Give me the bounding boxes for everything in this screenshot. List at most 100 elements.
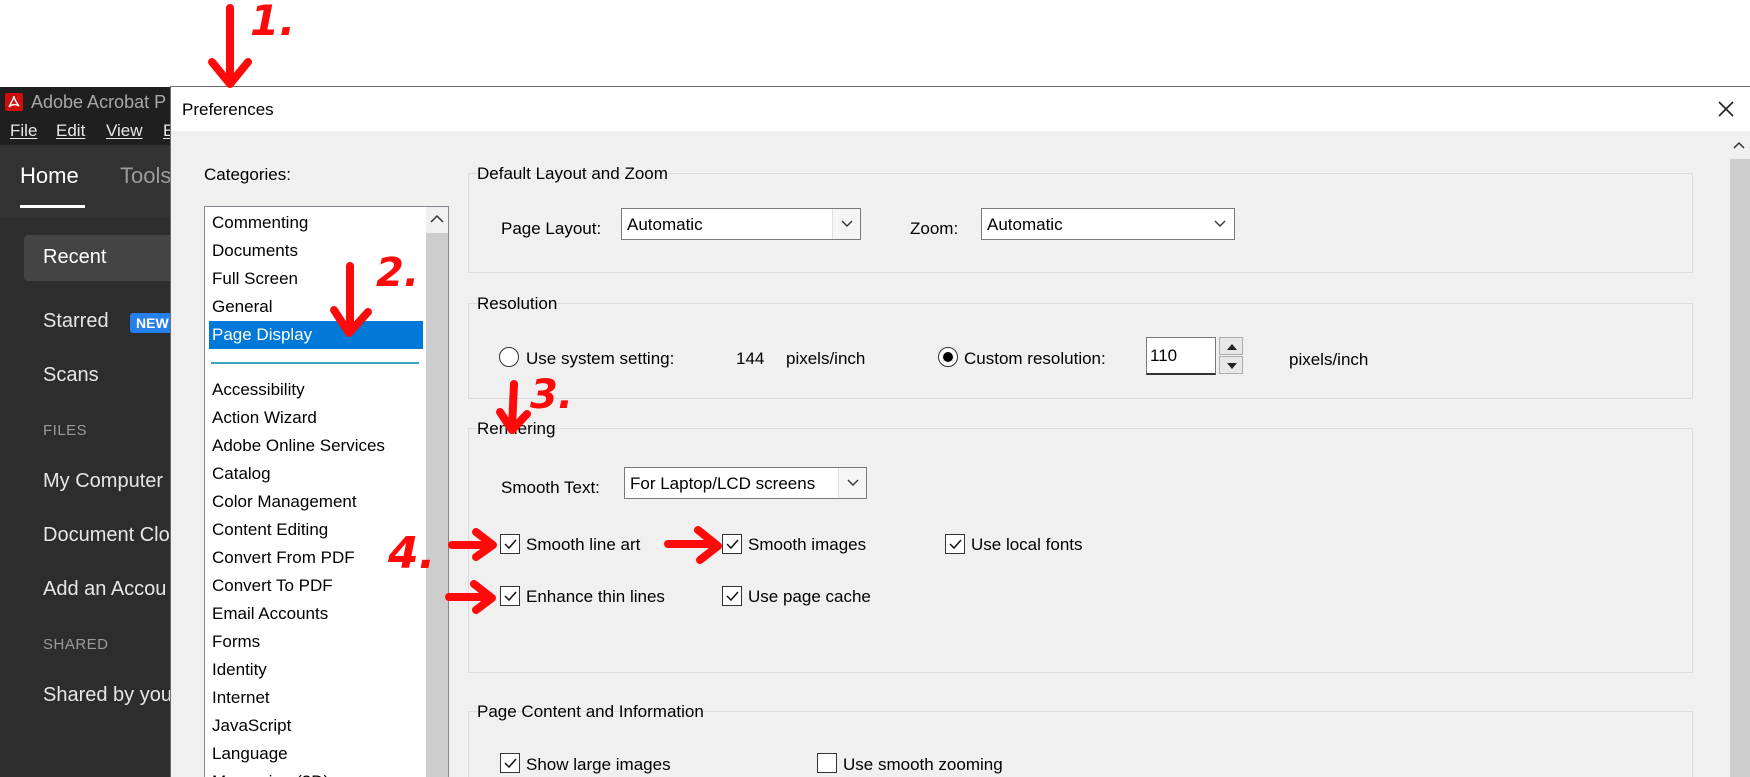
dialog-scrollbar[interactable]: [1728, 131, 1750, 777]
sidebar-item-scans[interactable]: Scans: [43, 364, 99, 387]
zoom-label: Zoom:: [910, 219, 959, 238]
stepper-up-button[interactable]: [1219, 337, 1243, 355]
checkmark-icon: [726, 539, 739, 550]
app-title: Adobe Acrobat P: [31, 92, 167, 112]
use-local-fonts-label: Use local fonts: [971, 535, 1083, 554]
smooth-line-art-label: Smooth line art: [526, 535, 641, 554]
system-resolution-unit: pixels/inch: [786, 349, 866, 368]
category-item[interactable]: Identity: [209, 656, 423, 684]
dialog-scroll-thumb[interactable]: [1730, 159, 1750, 777]
system-resolution-value: 144: [736, 349, 765, 368]
category-item[interactable]: Email Accounts: [209, 600, 423, 628]
section-header-shared: SHARED: [43, 636, 109, 653]
main-tabs: Home Tools: [0, 145, 170, 218]
annotation-step-4: 4.: [388, 528, 436, 579]
category-item[interactable]: Catalog: [209, 460, 423, 488]
chevron-down-icon: [1214, 220, 1226, 227]
menu-more[interactable]: E: [163, 121, 170, 141]
menu-edit[interactable]: Edit: [56, 121, 85, 141]
sidebar-item-label: Recent: [43, 246, 107, 268]
enhance-thin-lines-label: Enhance thin lines: [526, 587, 665, 606]
page-layout-dropdown[interactable]: Automatic: [621, 208, 861, 240]
annotation-step-2: 2.: [376, 250, 420, 296]
enhance-thin-lines-checkbox[interactable]: [500, 586, 520, 606]
categories-label: Categories:: [204, 165, 291, 184]
checkmark-icon: [504, 539, 517, 550]
custom-resolution-radio[interactable]: [938, 347, 958, 367]
section-header-files: FILES: [43, 422, 88, 439]
show-large-images-checkbox[interactable]: [500, 753, 520, 773]
smooth-images-label: Smooth images: [748, 535, 867, 554]
category-item[interactable]: Language: [209, 740, 423, 768]
tab-home-indicator: [20, 205, 85, 208]
category-item[interactable]: Commenting: [209, 209, 423, 237]
annotation-step-1: 1.: [250, 0, 296, 45]
menu-view[interactable]: View: [106, 121, 143, 141]
category-item[interactable]: JavaScript: [209, 712, 423, 740]
new-badge: NEW: [130, 313, 170, 333]
rendering-title: Rendering: [477, 419, 556, 438]
close-icon: [1718, 101, 1734, 117]
custom-resolution-label: Custom resolution:: [964, 349, 1106, 368]
zoom-dropdown[interactable]: Automatic: [981, 208, 1235, 240]
categories-scroll-thumb[interactable]: [426, 233, 448, 777]
category-item-selected[interactable]: Page Display: [209, 321, 423, 349]
preferences-dialog: Preferences Categories: Commenting Docum…: [170, 86, 1750, 777]
annotation-step-3: 3.: [530, 372, 574, 418]
sidebar-item-recent[interactable]: Recent: [24, 235, 170, 281]
dialog-titlebar: Preferences: [171, 87, 1750, 131]
category-item[interactable]: General: [209, 293, 423, 321]
tab-home[interactable]: Home: [20, 163, 79, 189]
use-smooth-zooming-checkbox[interactable]: [817, 753, 837, 773]
zoom-value: Automatic: [987, 215, 1063, 234]
categories-scrollbar[interactable]: [426, 207, 448, 777]
sidebar-item-document-cloud[interactable]: Document Clo: [43, 524, 170, 547]
page-layout-value: Automatic: [627, 215, 703, 234]
category-item[interactable]: Measuring (3D): [209, 768, 423, 777]
sidebar-item-shared-by-you[interactable]: Shared by you: [43, 684, 170, 707]
category-item[interactable]: Forms: [209, 628, 423, 656]
resolution-title: Resolution: [477, 294, 558, 313]
smooth-images-checkbox[interactable]: [722, 534, 742, 554]
annotation-arrowhead-1: [208, 58, 252, 88]
category-item[interactable]: Adobe Online Services: [209, 432, 423, 460]
category-item[interactable]: Action Wizard: [209, 404, 423, 432]
checkmark-icon: [726, 591, 739, 602]
use-system-radio[interactable]: [499, 347, 519, 367]
triangle-up-icon: [1227, 344, 1237, 350]
stepper-down-button[interactable]: [1219, 356, 1243, 374]
triangle-down-icon: [1227, 363, 1237, 369]
chevron-down-icon: [847, 479, 859, 486]
tab-tools[interactable]: Tools: [120, 163, 170, 189]
acrobat-logo-icon: [5, 93, 23, 111]
acrobat-window: Adobe Acrobat P File Edit View E Home To…: [0, 87, 170, 777]
page-layout-label: Page Layout:: [501, 219, 602, 238]
checkmark-icon: [504, 591, 517, 602]
checkmark-icon: [504, 758, 517, 769]
menu-bar: File Edit View E: [0, 117, 170, 145]
close-button[interactable]: [1710, 93, 1742, 125]
use-smooth-zooming-label: Use smooth zooming: [843, 755, 1003, 774]
smooth-line-art-checkbox[interactable]: [500, 534, 520, 554]
scroll-up-icon[interactable]: [1733, 141, 1745, 149]
use-system-label: Use system setting:: [526, 349, 675, 368]
menu-file[interactable]: File: [10, 121, 37, 141]
resolution-stepper: [1219, 337, 1243, 375]
chevron-down-icon: [841, 220, 853, 227]
category-item[interactable]: Color Management: [209, 488, 423, 516]
show-large-images-label: Show large images: [526, 755, 671, 774]
use-local-fonts-checkbox[interactable]: [945, 534, 965, 554]
acrobat-titlebar: Adobe Acrobat P: [0, 87, 170, 117]
custom-resolution-input[interactable]: 110: [1146, 337, 1216, 375]
category-item[interactable]: Internet: [209, 684, 423, 712]
use-page-cache-checkbox[interactable]: [722, 586, 742, 606]
smooth-text-dropdown[interactable]: For Laptop/LCD screens: [624, 467, 867, 499]
smooth-text-value: For Laptop/LCD screens: [630, 474, 816, 493]
category-item[interactable]: Accessibility: [209, 376, 423, 404]
dialog-title: Preferences: [182, 100, 274, 119]
smooth-text-label: Smooth Text:: [501, 478, 600, 497]
sidebar-item-starred[interactable]: Starred: [43, 310, 109, 333]
scroll-up-icon[interactable]: [430, 214, 444, 224]
sidebar-item-my-computer[interactable]: My Computer: [43, 470, 163, 493]
sidebar-item-add-account[interactable]: Add an Accou: [43, 578, 166, 601]
